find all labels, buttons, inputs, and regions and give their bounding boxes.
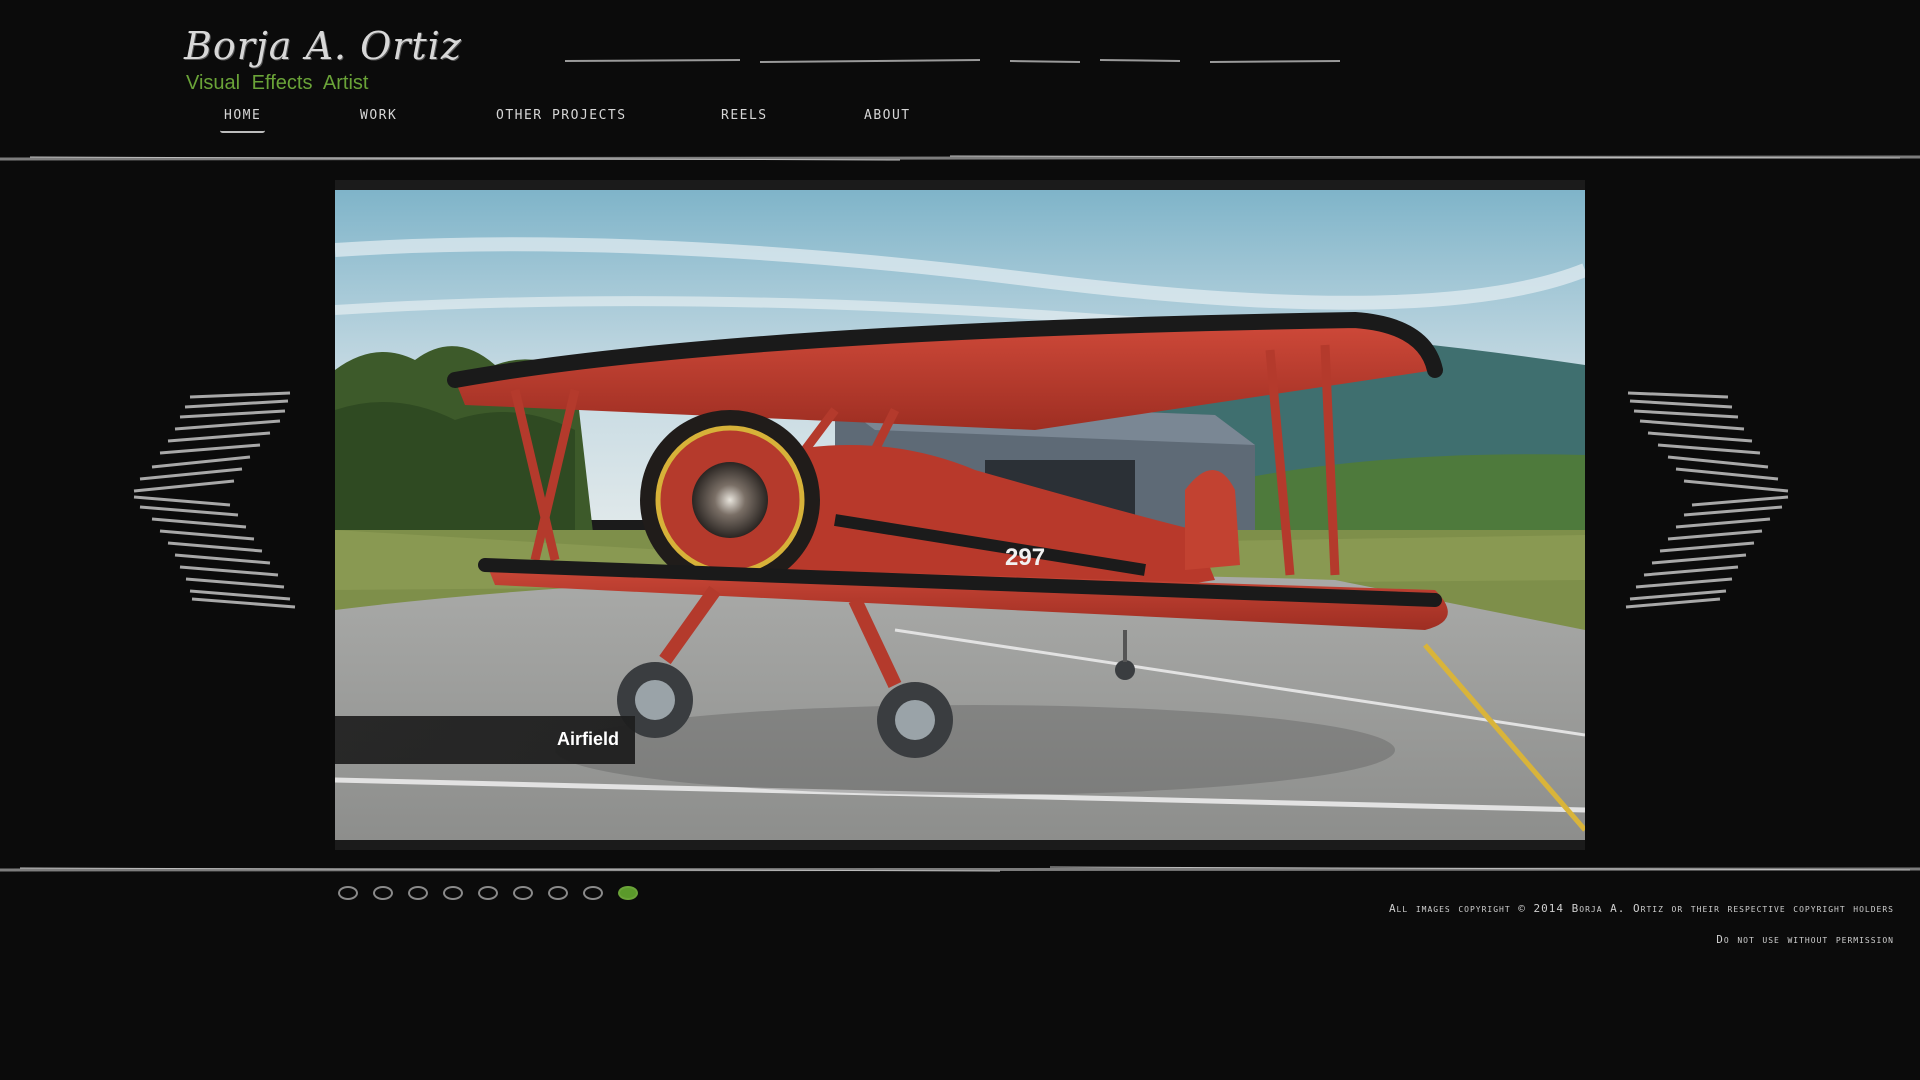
slide-dot-9[interactable] xyxy=(618,886,638,900)
site-logo-subtitle: Visual Effects Artist xyxy=(186,72,369,94)
nav-work[interactable]: WORK xyxy=(360,108,397,123)
nav-about[interactable]: ABOUT xyxy=(864,108,911,123)
site-header: Borja A. Ortiz Visual Effects Artist HOM… xyxy=(0,0,1920,170)
slide-dot-2[interactable] xyxy=(373,886,393,900)
slide-image-airfield[interactable]: 297 Airfield xyxy=(335,190,1585,840)
footer-notice: Do not use without permission xyxy=(1716,933,1894,946)
nav-home[interactable]: HOME xyxy=(219,108,266,133)
footer-scratch-line xyxy=(0,866,1920,872)
image-slider: 297 Airfield xyxy=(335,180,1585,850)
slide-dot-6[interactable] xyxy=(513,886,533,900)
slide-dot-1[interactable] xyxy=(338,886,358,900)
slide-dot-3[interactable] xyxy=(408,886,428,900)
scribble-chevron-right-icon xyxy=(1625,391,1789,609)
footer-copyright: All images copyright © 2014 Borja A. Ort… xyxy=(1388,902,1894,915)
site-logo-name[interactable]: Borja A. Ortiz xyxy=(184,24,462,68)
next-slide-button[interactable] xyxy=(1620,385,1795,610)
nav-scratch-line xyxy=(0,155,1920,161)
slide-dot-8[interactable] xyxy=(583,886,603,900)
slide-dot-5[interactable] xyxy=(478,886,498,900)
slide-caption-text: Airfield xyxy=(556,729,619,749)
slide-caption: Airfield xyxy=(335,716,635,764)
slide-pagination xyxy=(338,886,658,904)
scribble-chevron-left-icon xyxy=(133,391,296,609)
main-nav: HOME WORK OTHER PROJECTS REELS ABOUT xyxy=(0,108,1100,138)
aircraft-number: 297 xyxy=(1005,544,1045,571)
slide-dot-7[interactable] xyxy=(548,886,568,900)
prev-slide-button[interactable] xyxy=(130,385,305,610)
nav-other-projects[interactable]: OTHER PROJECTS xyxy=(496,108,627,123)
nav-reels[interactable]: REELS xyxy=(721,108,768,123)
slide-dot-4[interactable] xyxy=(443,886,463,900)
